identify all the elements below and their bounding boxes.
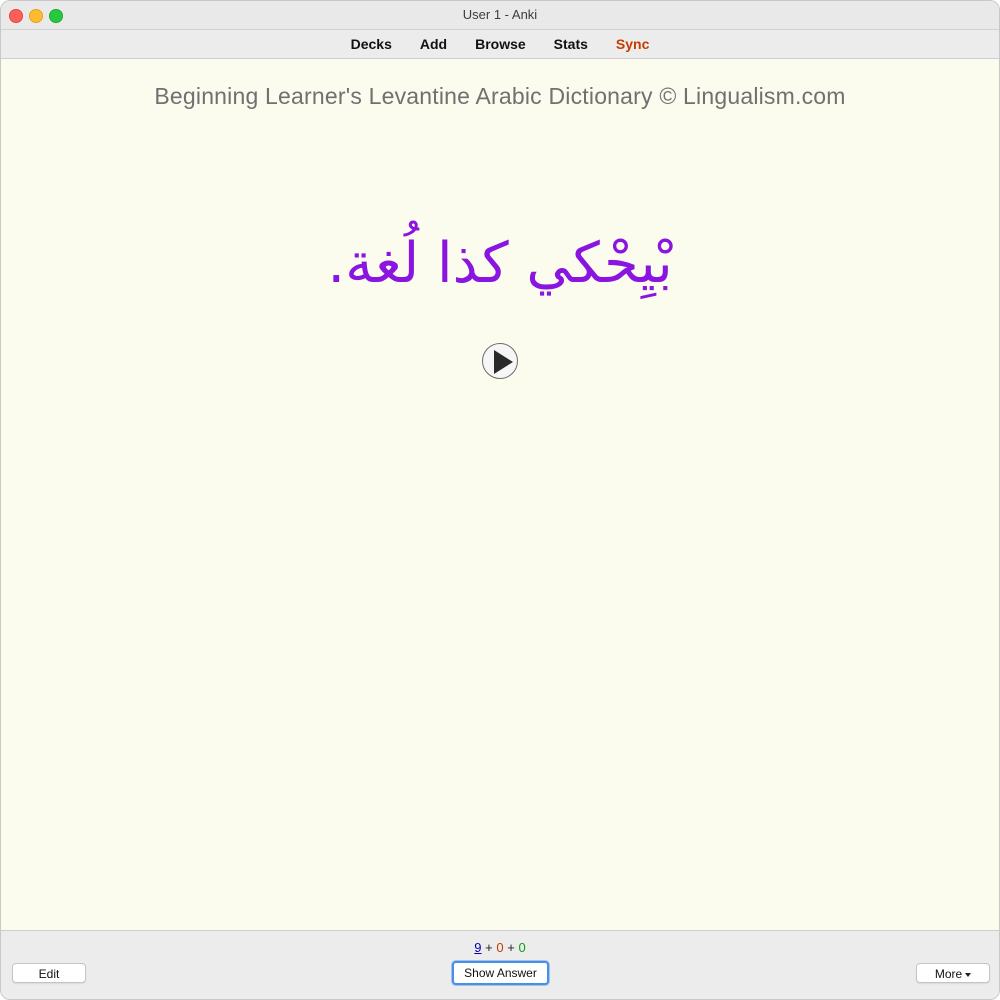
- toolbar-browse[interactable]: Browse: [461, 36, 540, 52]
- toolbar-stats[interactable]: Stats: [540, 36, 602, 52]
- anki-window: User 1 - Anki Decks Add Browse Stats Syn…: [0, 0, 1000, 1000]
- play-icon: [494, 350, 513, 374]
- count-separator: +: [507, 940, 515, 955]
- review-count: 0: [518, 940, 526, 955]
- more-button[interactable]: More: [916, 963, 990, 983]
- count-separator: +: [485, 940, 493, 955]
- more-label: More: [934, 967, 963, 981]
- due-counts: 9 + 0 + 0: [1, 940, 999, 955]
- review-bottom-bar: 9 + 0 + 0 Edit Show Answer More: [1, 930, 999, 999]
- learning-count: 0: [496, 940, 504, 955]
- card-front-text: بْيِحْكي كذا لُغة.: [327, 231, 673, 296]
- edit-button[interactable]: Edit: [12, 963, 86, 983]
- title-bar: User 1 - Anki: [1, 1, 999, 30]
- show-answer-button[interactable]: Show Answer: [452, 961, 549, 985]
- toolbar-decks[interactable]: Decks: [337, 36, 406, 52]
- main-toolbar: Decks Add Browse Stats Sync: [1, 30, 999, 59]
- new-count: 9: [474, 940, 482, 955]
- toolbar-sync[interactable]: Sync: [602, 36, 663, 52]
- deck-credit: Beginning Learner's Levantine Arabic Dic…: [154, 83, 846, 109]
- audio-play-button[interactable]: [482, 343, 518, 379]
- caret-down-icon: [965, 972, 972, 977]
- window-title: User 1 - Anki: [462, 7, 538, 22]
- card-content: Beginning Learner's Levantine Arabic Dic…: [1, 59, 999, 929]
- toolbar-add[interactable]: Add: [406, 36, 461, 52]
